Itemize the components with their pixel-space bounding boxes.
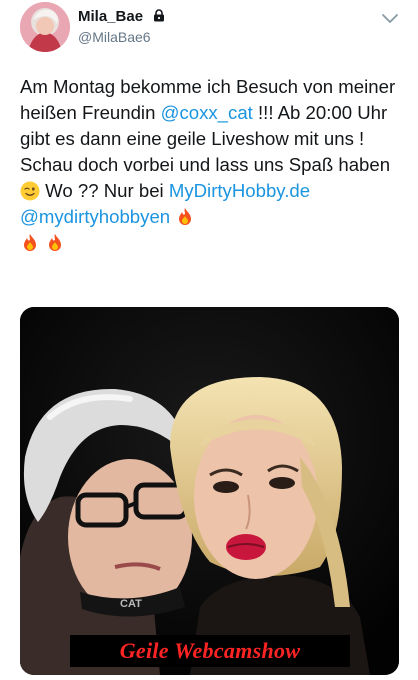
mention-link[interactable]: @mydirtyhobbyen xyxy=(20,206,170,227)
photo-caption-banner: Geile Webcamshow xyxy=(70,635,350,667)
tweet-photo[interactable]: CAT Geile Webcamshow xyxy=(20,307,399,675)
lock-icon xyxy=(153,9,165,27)
display-name-row: Mila_Bae xyxy=(78,8,165,27)
chevron-down-icon[interactable] xyxy=(380,12,400,26)
tweet-header: Mila_Bae @MilaBae6 xyxy=(20,2,400,52)
handle[interactable]: @MilaBae6 xyxy=(78,28,165,46)
author-names: Mila_Bae @MilaBae6 xyxy=(78,8,165,46)
fire-icon xyxy=(20,233,40,253)
avatar[interactable] xyxy=(20,2,70,52)
display-name[interactable]: Mila_Bae xyxy=(78,8,143,25)
mention-link[interactable]: @coxx_cat xyxy=(161,102,253,123)
text-segment: Wo ?? Nur bei xyxy=(40,180,169,201)
photo-illustration: CAT xyxy=(20,307,399,675)
winking-face-icon xyxy=(20,181,40,201)
photo-caption: Geile Webcamshow xyxy=(119,638,301,663)
fire-icon xyxy=(45,233,65,253)
tweet-text: Am Montag bekomme ich Besuch von meiner … xyxy=(20,74,400,256)
svg-text:CAT: CAT xyxy=(120,598,142,610)
fire-icon xyxy=(175,207,195,227)
website-link[interactable]: MyDirtyHobby.de xyxy=(169,180,310,201)
